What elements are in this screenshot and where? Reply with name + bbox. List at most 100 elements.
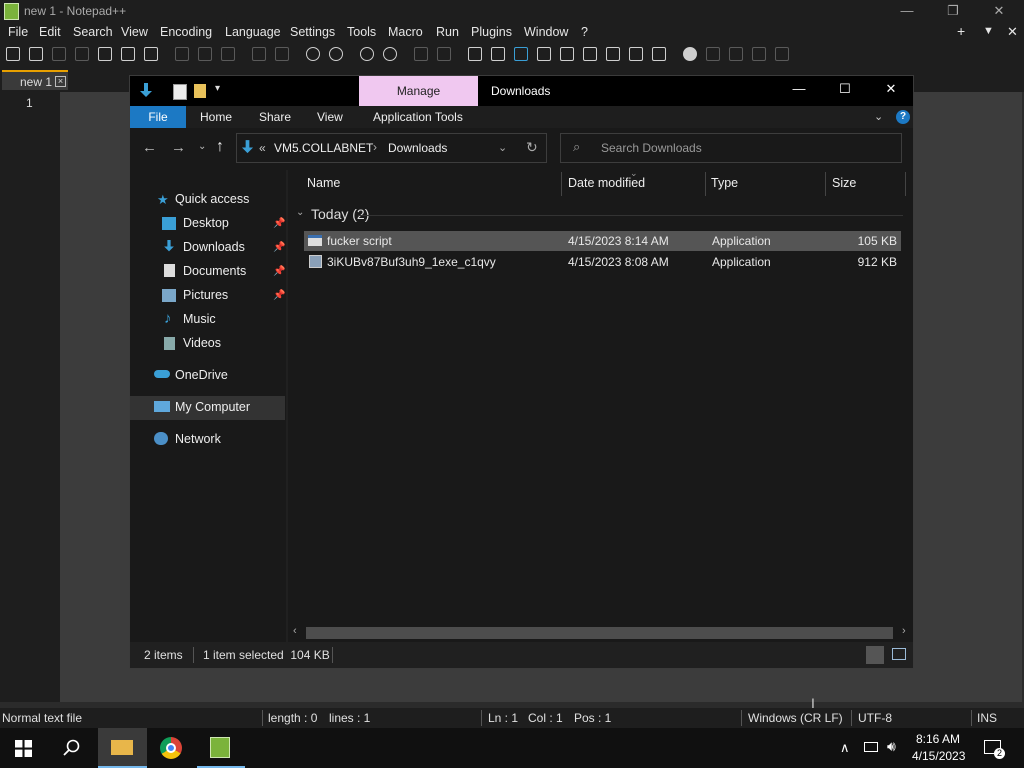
ribbon-tab-application-tools[interactable]: Application Tools xyxy=(373,110,463,124)
zoom-out-icon[interactable] xyxy=(383,47,397,61)
forward-arrow-icon[interactable]: → xyxy=(171,139,186,156)
column-divider[interactable] xyxy=(825,172,826,196)
save-icon[interactable] xyxy=(52,47,66,61)
redo-icon[interactable] xyxy=(275,47,289,61)
recent-locations-icon[interactable]: ⌄ xyxy=(198,141,206,152)
nav-item-desktop[interactable]: Desktop xyxy=(183,216,229,230)
close-document-icon[interactable]: ✕ xyxy=(1007,24,1018,40)
undo-icon[interactable] xyxy=(252,47,266,61)
menu-run[interactable]: Run xyxy=(436,25,459,39)
run-macro-multiple-icon[interactable] xyxy=(752,47,766,61)
nav-item-quick-access[interactable]: Quick access xyxy=(175,192,249,206)
column-header-size[interactable]: Size xyxy=(832,176,856,190)
sync-horizontal-icon[interactable] xyxy=(437,47,451,61)
insert-mode-status[interactable]: INS xyxy=(977,711,997,725)
search-input[interactable]: Search Downloads xyxy=(601,141,702,155)
column-header-name[interactable]: Name xyxy=(307,176,340,190)
stop-macro-icon[interactable] xyxy=(706,47,720,61)
tab-list-icon[interactable]: ▼ xyxy=(983,25,994,37)
play-macro-icon[interactable] xyxy=(729,47,743,61)
menu-file[interactable]: File xyxy=(8,25,28,39)
cut-icon[interactable] xyxy=(175,47,189,61)
taskbar-date[interactable]: 4/15/2023 xyxy=(912,749,965,763)
details-view-icon[interactable] xyxy=(866,646,884,664)
copy-icon[interactable] xyxy=(198,47,212,61)
close-tab-icon[interactable]: × xyxy=(55,76,66,87)
column-header-type[interactable]: Type xyxy=(711,176,738,190)
replace-icon[interactable] xyxy=(329,47,343,61)
nav-item-onedrive[interactable]: OneDrive xyxy=(175,368,228,382)
nav-item-videos[interactable]: Videos xyxy=(183,336,221,350)
close-icon[interactable]: ✕ xyxy=(976,0,1022,22)
menu-view[interactable]: View xyxy=(121,25,148,39)
find-icon[interactable] xyxy=(306,47,320,61)
ribbon-tab-home[interactable]: Home xyxy=(200,110,232,124)
column-divider[interactable] xyxy=(561,172,562,196)
save-macro-icon[interactable] xyxy=(775,47,789,61)
manage-tab[interactable]: Manage xyxy=(359,76,478,106)
close-file-icon[interactable] xyxy=(98,47,112,61)
back-arrow-icon[interactable]: ← xyxy=(142,139,157,156)
paste-icon[interactable] xyxy=(221,47,235,61)
breadcrumb-downloads[interactable]: Downloads xyxy=(388,141,447,155)
close-icon[interactable]: ✕ xyxy=(868,78,914,100)
maximize-icon[interactable]: ☐ xyxy=(822,78,868,100)
record-macro-icon[interactable] xyxy=(683,47,697,61)
minimize-icon[interactable]: — xyxy=(776,78,822,100)
taskbar-chrome[interactable] xyxy=(148,728,196,768)
search-icon[interactable] xyxy=(63,739,81,757)
menu-language[interactable]: Language xyxy=(225,25,281,39)
document-list-icon[interactable] xyxy=(583,47,597,61)
ribbon-tab-share[interactable]: Share xyxy=(259,110,291,124)
encoding-status[interactable]: UTF-8 xyxy=(858,711,892,725)
nav-item-network[interactable]: Network xyxy=(175,432,221,446)
up-arrow-icon[interactable]: ↑ xyxy=(216,138,224,156)
taskbar-notepadpp[interactable] xyxy=(197,728,245,768)
search-box[interactable]: ⌕ Search Downloads xyxy=(560,133,902,163)
group-header-today[interactable]: Today (2) xyxy=(311,206,369,222)
file-row-selected[interactable]: fucker script 4/15/2023 8:14 AM Applicat… xyxy=(304,231,901,251)
file-row[interactable]: 3iKUBv87Buf3uh9_1exe_c1qvy 4/15/2023 8:0… xyxy=(304,252,901,272)
new-folder-icon[interactable] xyxy=(194,84,206,98)
scrollbar-thumb[interactable] xyxy=(306,627,893,639)
new-file-icon[interactable] xyxy=(6,47,20,61)
menu-plugins[interactable]: Plugins xyxy=(471,25,512,39)
ribbon-tab-view[interactable]: View xyxy=(317,110,343,124)
sync-vertical-icon[interactable] xyxy=(414,47,428,61)
ribbon-tab-file[interactable]: File xyxy=(130,106,186,128)
menu-search[interactable]: Search xyxy=(73,25,113,39)
nav-item-downloads[interactable]: Downloads xyxy=(183,240,245,254)
document-tab-new1[interactable]: new 1 × xyxy=(2,70,68,90)
menu-help[interactable]: ? xyxy=(581,25,588,39)
large-icons-view-icon[interactable] xyxy=(892,648,906,660)
language-xml-icon[interactable] xyxy=(537,47,551,61)
address-bar[interactable]: « VM5.COLLABNET › Downloads ⌄ ↻ xyxy=(236,133,547,163)
breadcrumb-vm5-collabnet[interactable]: VM5.COLLABNET xyxy=(274,141,373,155)
indent-guide-icon[interactable] xyxy=(514,47,528,61)
minimize-icon[interactable]: — xyxy=(884,0,930,22)
volume-icon[interactable]: 🔊︎ xyxy=(887,738,896,755)
zoom-in-icon[interactable] xyxy=(360,47,374,61)
function-list-icon[interactable] xyxy=(606,47,620,61)
open-file-icon[interactable] xyxy=(29,47,43,61)
column-header-date-modified[interactable]: Date modified xyxy=(568,176,645,190)
scroll-right-icon[interactable]: › xyxy=(902,625,906,637)
breadcrumb-overflow[interactable]: « xyxy=(259,141,266,155)
menu-window[interactable]: Window xyxy=(524,25,568,39)
add-tab-icon[interactable]: + xyxy=(957,23,965,39)
print-icon[interactable] xyxy=(144,47,158,61)
network-status-icon[interactable] xyxy=(864,742,878,752)
properties-icon[interactable] xyxy=(173,84,187,100)
word-wrap-icon[interactable] xyxy=(468,47,482,61)
save-all-icon[interactable] xyxy=(75,47,89,61)
collapse-group-icon[interactable]: ⌄ xyxy=(296,207,304,218)
document-map-icon[interactable] xyxy=(560,47,574,61)
nav-item-pictures[interactable]: Pictures xyxy=(183,288,228,302)
taskbar-file-explorer[interactable] xyxy=(98,728,147,768)
show-hidden-icons-icon[interactable]: ∧ xyxy=(840,740,850,756)
taskbar-time[interactable]: 8:16 AM xyxy=(912,732,964,746)
show-all-characters-icon[interactable] xyxy=(491,47,505,61)
nav-item-documents[interactable]: Documents xyxy=(183,264,246,278)
menu-settings[interactable]: Settings xyxy=(290,25,335,39)
menu-edit[interactable]: Edit xyxy=(39,25,61,39)
